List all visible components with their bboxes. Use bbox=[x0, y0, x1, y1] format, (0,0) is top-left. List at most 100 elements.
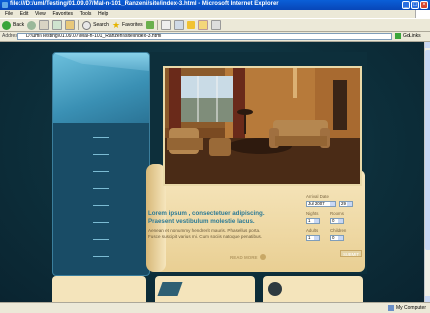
menu-favorites[interactable]: Favorites bbox=[52, 10, 73, 18]
content-text: Lorem ipsum , consectetuer adipiscing. P… bbox=[148, 210, 268, 240]
scrollbar-thumb[interactable] bbox=[425, 50, 430, 250]
hotel-lounge-photo bbox=[163, 66, 362, 186]
folder-icon[interactable] bbox=[197, 20, 208, 30]
read-more-label: READ MORE bbox=[230, 254, 258, 260]
rooms-select[interactable]: 0 bbox=[330, 218, 344, 224]
favorites-button[interactable]: ★ Favorites bbox=[111, 20, 143, 30]
chevron-down-icon bbox=[330, 202, 335, 206]
security-zone: My Computer bbox=[387, 305, 426, 311]
arrival-day-value: 29 bbox=[341, 201, 346, 206]
nav-item-marker bbox=[93, 154, 109, 155]
nav-item-marker bbox=[93, 222, 109, 223]
windows-logo-icon bbox=[415, 10, 430, 18]
links-label[interactable]: Links bbox=[409, 33, 421, 39]
nav-item[interactable] bbox=[53, 214, 149, 231]
favorites-label: Favorites bbox=[122, 22, 143, 28]
star-icon: ★ bbox=[111, 20, 121, 30]
chevron-down-icon bbox=[338, 236, 343, 240]
toolbar: Back Search ★ Favorites bbox=[0, 18, 430, 32]
body-paragraph: Aenean et nonummy hendrerit mauris. Phas… bbox=[148, 228, 263, 239]
nav-item[interactable] bbox=[53, 146, 149, 163]
window-title: file:///D:/uml/Testing/01.09.07/Mal-n-10… bbox=[10, 1, 279, 7]
mail-icon[interactable] bbox=[160, 20, 171, 30]
toolbar-separator bbox=[156, 20, 158, 30]
search-label: Search bbox=[93, 22, 109, 28]
nav-item-marker bbox=[93, 205, 109, 206]
scroll-up-button[interactable] bbox=[425, 42, 430, 48]
menu-tools[interactable]: Tools bbox=[80, 10, 92, 18]
history-icon[interactable] bbox=[145, 21, 154, 29]
left-nav-panel bbox=[52, 52, 150, 276]
nav-item-marker bbox=[93, 171, 109, 172]
window-controls: _ □ × bbox=[402, 1, 428, 9]
menu-help[interactable]: Help bbox=[98, 10, 108, 18]
nav-item[interactable] bbox=[53, 180, 149, 197]
nav-item-marker bbox=[93, 188, 109, 189]
menu-bar: File Edit View Favorites Tools Help bbox=[0, 10, 430, 18]
nav-list bbox=[53, 129, 149, 265]
nav-header bbox=[53, 53, 149, 123]
adults-label: Adults bbox=[306, 228, 319, 233]
headline-line-1: Lorem ipsum , consectetuer adipiscing. bbox=[148, 210, 265, 217]
read-more-link[interactable]: READ MORE bbox=[230, 254, 266, 260]
headline-line-2: Praesent vestibulum molestie lacus. bbox=[148, 218, 255, 225]
minimize-button[interactable]: _ bbox=[402, 1, 410, 9]
go-arrow-icon bbox=[395, 33, 401, 39]
window-titlebar: file:///D:/uml/Testing/01.09.07/Mal-n-10… bbox=[0, 0, 430, 10]
stop-icon[interactable] bbox=[39, 20, 50, 30]
adults-select[interactable]: 1 bbox=[306, 235, 320, 241]
close-button[interactable]: × bbox=[420, 1, 428, 9]
adults-value: 1 bbox=[308, 235, 311, 240]
edit-icon[interactable] bbox=[186, 21, 195, 29]
chevron-down-icon bbox=[347, 202, 352, 206]
toolbar-separator bbox=[78, 20, 80, 30]
bottom-box-1 bbox=[52, 276, 146, 302]
refresh-icon[interactable] bbox=[52, 20, 63, 30]
back-label: Back bbox=[13, 22, 25, 28]
submit-button[interactable]: SUBMIT bbox=[340, 250, 362, 257]
messenger-icon[interactable] bbox=[210, 20, 221, 30]
nav-item[interactable] bbox=[53, 129, 149, 146]
nav-item[interactable] bbox=[53, 248, 149, 265]
go-button[interactable]: Go bbox=[395, 33, 410, 39]
rooms-value: 0 bbox=[332, 218, 335, 223]
page-viewport: Lorem ipsum , consectetuer adipiscing. P… bbox=[0, 42, 424, 302]
menu-view[interactable]: View bbox=[35, 10, 46, 18]
vertical-scrollbar[interactable] bbox=[424, 42, 430, 302]
maximize-button[interactable]: □ bbox=[411, 1, 419, 9]
search-button[interactable]: Search bbox=[82, 20, 109, 30]
print-icon[interactable] bbox=[173, 20, 184, 30]
address-value: D:\uml\Testing\01.09.07\Mal-n-101_Ranzen… bbox=[26, 33, 162, 39]
nav-item[interactable] bbox=[53, 231, 149, 248]
back-button[interactable]: Back bbox=[2, 20, 25, 30]
home-icon[interactable] bbox=[65, 20, 76, 30]
address-input[interactable]: D:\uml\Testing\01.09.07\Mal-n-101_Ranzen… bbox=[17, 33, 392, 40]
nav-item-marker bbox=[93, 239, 109, 240]
forward-button[interactable] bbox=[27, 20, 37, 30]
nights-value: 1 bbox=[308, 218, 311, 223]
address-bar: Address D:\uml\Testing\01.09.07\Mal-n-10… bbox=[0, 32, 430, 42]
back-arrow-icon bbox=[2, 20, 11, 30]
rooms-label: Rooms bbox=[330, 211, 344, 216]
nights-select[interactable]: 1 bbox=[306, 218, 320, 224]
zone-label: My Computer bbox=[395, 305, 426, 311]
nav-header-fold bbox=[53, 53, 149, 71]
nights-label: Nights bbox=[306, 211, 319, 216]
menu-file[interactable]: File bbox=[5, 10, 13, 18]
arrival-label: Arrival Date bbox=[306, 194, 329, 199]
arrival-day-select[interactable]: 29 bbox=[339, 201, 353, 207]
nav-item[interactable] bbox=[53, 163, 149, 180]
nav-item-marker bbox=[93, 137, 109, 138]
computer-icon bbox=[387, 305, 394, 311]
chevron-down-icon bbox=[314, 219, 319, 223]
children-label: Children bbox=[330, 228, 347, 233]
forward-arrow-icon bbox=[27, 20, 37, 30]
children-value: 0 bbox=[332, 235, 335, 240]
children-select[interactable]: 0 bbox=[330, 235, 344, 241]
arrival-month-select[interactable]: Jul 2007 bbox=[306, 201, 336, 207]
menu-edit[interactable]: Edit bbox=[20, 10, 29, 18]
ie-icon bbox=[2, 2, 8, 8]
arrival-month-value: Jul 2007 bbox=[308, 201, 325, 206]
status-bar: My Computer bbox=[0, 302, 430, 313]
nav-item[interactable] bbox=[53, 197, 149, 214]
